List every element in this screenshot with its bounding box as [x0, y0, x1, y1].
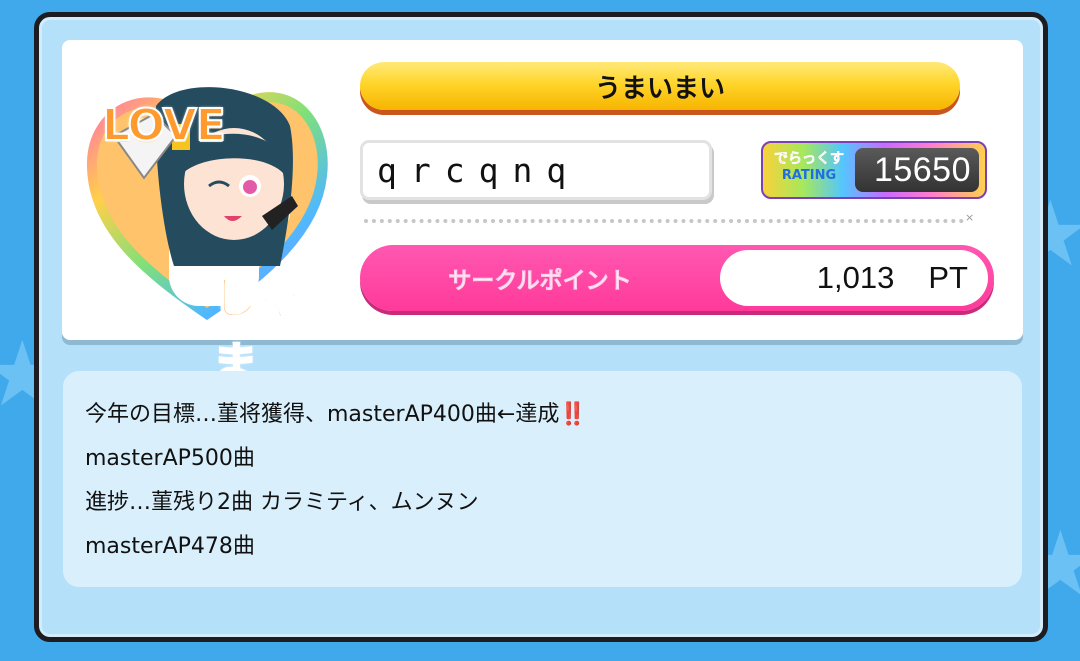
circle-points-unit: PT: [928, 260, 968, 295]
player-name-box: qrcqnq: [360, 140, 712, 200]
dotted-divider: [364, 219, 964, 223]
rating-logo: でらっくす RATING: [769, 147, 849, 193]
comment-line: 今年の目標…菫将獲得、masterAP400曲←達成‼️: [85, 393, 1000, 437]
rating-value: 15650: [873, 150, 971, 189]
profile-panel: LOVE じゃま うまいまい qrcqnq でらっくす RATING 15650…: [34, 12, 1048, 642]
comment-line: masterAP478曲: [85, 525, 1000, 569]
love-text: LOVE: [101, 99, 227, 152]
circle-points-value-box: 1,013 PT: [720, 250, 988, 306]
divider-end-mark: ×: [965, 211, 975, 224]
player-icon[interactable]: LOVE じゃま: [84, 66, 330, 392]
profile-card: LOVE じゃま うまいまい qrcqnq でらっくす RATING 15650…: [62, 40, 1023, 392]
circle-points-label-wrap: サークルポイント: [360, 245, 720, 311]
circle-points-value: 1,013: [816, 260, 895, 295]
circle-points-bar: サークルポイント 1,013 PT: [360, 245, 994, 311]
rating-badge: でらっくす RATING 15650: [761, 141, 987, 199]
title-plate[interactable]: うまいまい: [360, 62, 960, 110]
title-text: うまいまい: [594, 73, 725, 104]
double-exclamation-icon: ‼️: [559, 402, 587, 427]
comment-line: masterAP500曲: [85, 437, 1000, 481]
comment-line-text: 進捗…菫残り2曲 カラミティ、ムンヌン: [85, 490, 479, 515]
circle-points-label: サークルポイント: [448, 268, 632, 295]
rating-value-box: 15650: [855, 148, 979, 192]
comment-line-text: masterAP478曲: [85, 534, 255, 559]
comment-line-text: masterAP500曲: [85, 446, 255, 471]
rating-logo-bottom: RATING: [781, 168, 837, 183]
comment-line-text: 今年の目標…菫将獲得、masterAP400曲←達成: [85, 402, 560, 427]
comment-line: 進捗…菫残り2曲 カラミティ、ムンヌン: [85, 481, 1000, 525]
rating-logo-top: でらっくす: [774, 151, 845, 168]
comment-box: 今年の目標…菫将獲得、masterAP400曲←達成‼️ masterAP500…: [63, 371, 1022, 587]
player-name: qrcqnq: [377, 150, 581, 190]
